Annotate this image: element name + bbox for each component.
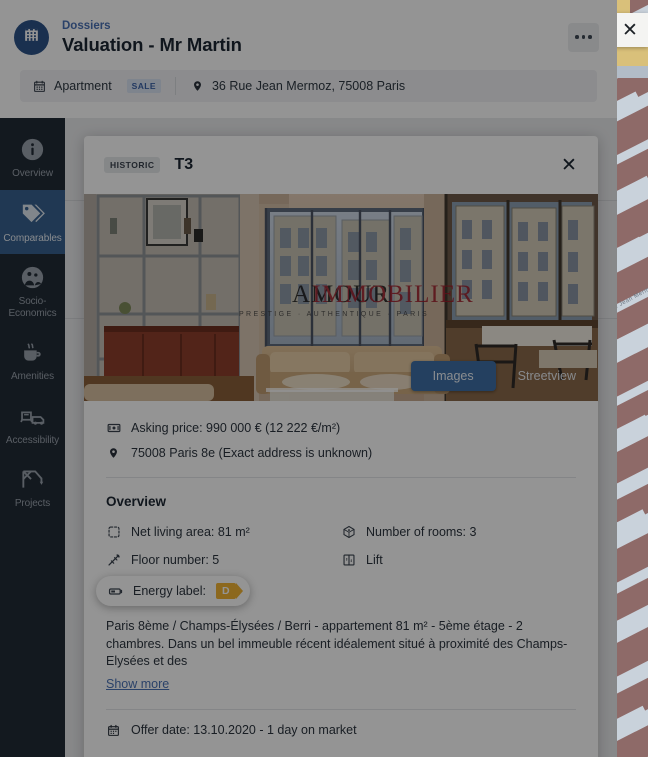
- transport-icon: [19, 404, 46, 429]
- property-address-segment: 36 Rue Jean Mermoz, 75008 Paris: [190, 79, 405, 94]
- svg-text:IMMOBILIER: IMMOBILIER: [312, 281, 473, 308]
- page-title: Valuation - Mr Martin: [62, 33, 242, 55]
- offer-date-row: Offer date: 13.10.2020 - 1 day on market: [106, 723, 576, 738]
- app-header: Dossiers Valuation - Mr Martin Apartment…: [0, 0, 617, 118]
- sidebar-item-label: Overview: [12, 168, 53, 179]
- card-title: T3: [174, 156, 194, 173]
- dot-icon: [575, 35, 579, 39]
- energy-label-text: Energy label:: [133, 584, 206, 598]
- tags-icon: [20, 201, 46, 227]
- asking-price-label: Asking price: 990 000 € (12 222 €/m²): [131, 420, 341, 435]
- sidebar-item-label: Amenities: [10, 371, 54, 382]
- overview-item-label: Floor number: 5: [131, 552, 220, 567]
- map-pin-icon: [190, 79, 205, 94]
- map-pin-icon: [106, 445, 121, 460]
- location-label: 75008 Paris 8e (Exact address is unknown…: [131, 445, 373, 460]
- floor-icon: [106, 552, 121, 567]
- subbar-divider: [174, 77, 176, 95]
- app-shell: Dossiers Valuation - Mr Martin Apartment…: [0, 0, 617, 757]
- asking-price-row: Asking price: 990 000 € (12 222 €/m²): [106, 415, 576, 440]
- calendar-building-icon: [32, 79, 47, 94]
- people-circle-icon: [20, 265, 45, 290]
- area-icon: [106, 524, 121, 539]
- sidebar-item-projects[interactable]: Projects: [0, 456, 65, 520]
- lift-icon: [341, 552, 356, 567]
- more-options-button[interactable]: [568, 22, 599, 52]
- energy-icon: [108, 584, 123, 599]
- rooms-icon: [341, 524, 356, 539]
- status-badge: SALE: [126, 79, 161, 93]
- lift-row: Lift: [341, 547, 576, 572]
- property-description: Paris 8ème / Champs-Élysées / Berri - ap…: [106, 619, 568, 668]
- property-summary-bar: Apartment SALE 36 Rue Jean Mermoz, 75008…: [20, 70, 597, 102]
- sidebar-item-label: Accessibility: [5, 434, 60, 446]
- net-living-area-row: Net living area: 81 m²: [106, 519, 341, 544]
- energy-label-row[interactable]: Energy label: D: [96, 576, 250, 606]
- show-more-link[interactable]: Show more: [106, 677, 169, 691]
- coffee-cup-icon: [20, 340, 45, 365]
- sidebar-item-overview[interactable]: Overview: [0, 126, 65, 190]
- close-icon: ✕: [561, 154, 577, 176]
- toggle-images-button[interactable]: Images: [410, 361, 496, 391]
- close-icon: ✕: [622, 19, 638, 41]
- location-row: 75008 Paris 8e (Exact address is unknown…: [106, 440, 576, 465]
- comparable-detail-card: HISTORIC T3 ✕ AMOUR IMMOBILIER PRESTIGE …: [84, 136, 598, 757]
- app-root: Rue Jean Mermoz ✕: [0, 0, 648, 757]
- card-body: Asking price: 990 000 € (12 222 €/m²) 75…: [84, 401, 598, 738]
- offer-date-label: Offer date: 13.10.2020 - 1 day on market: [131, 723, 357, 737]
- property-address-label: 36 Rue Jean Mermoz, 75008 Paris: [211, 79, 406, 93]
- sidebar-item-socio-economics[interactable]: Socio-Economics: [0, 254, 65, 329]
- sidebar-nav: Overview Comparables Socio-Economics Ame…: [0, 118, 65, 757]
- sidebar-item-label: Comparables: [3, 232, 62, 244]
- svg-text:PRESTIGE · AUTHENTIQUE · PARIS: PRESTIGE · AUTHENTIQUE · PARIS: [239, 311, 429, 318]
- energy-value-badge: D: [215, 583, 243, 599]
- breadcrumb[interactable]: Dossiers: [62, 19, 568, 33]
- sidebar-item-accessibility[interactable]: Accessibility: [0, 393, 65, 457]
- floor-number-row: Floor number: 5: [106, 547, 341, 572]
- dot-icon: [581, 35, 586, 39]
- divider: [106, 708, 576, 710]
- building-icon: [22, 25, 41, 49]
- photo-view-toggle: Images Streetview: [410, 361, 598, 391]
- dot-icon: [588, 35, 592, 39]
- property-type-label: Apartment: [54, 79, 112, 93]
- calendar-icon: [106, 723, 121, 738]
- overview-grid: Net living area: 81 m² Number of rooms: …: [106, 519, 576, 572]
- dossier-logo: [14, 19, 49, 55]
- historic-badge: HISTORIC: [104, 157, 161, 173]
- toggle-streetview-button[interactable]: Streetview: [496, 361, 598, 391]
- header-titles: Dossiers Valuation - Mr Martin: [62, 19, 568, 56]
- close-panel-button[interactable]: ✕: [612, 13, 648, 47]
- sidebar-item-label: Socio-Economics: [8, 296, 57, 319]
- sidebar-item-amenities[interactable]: Amenities: [0, 329, 65, 393]
- property-type-segment: Apartment SALE: [32, 79, 161, 94]
- overview-section-title: Overview: [106, 494, 167, 509]
- crane-icon: [20, 467, 45, 492]
- sidebar-item-comparables[interactable]: Comparables: [0, 189, 65, 254]
- info-circle-icon: [20, 137, 45, 162]
- overview-item-label: Number of rooms: 3: [366, 524, 477, 539]
- overview-item-label: Lift: [366, 552, 383, 567]
- overview-item-label: Net living area: 81 m²: [131, 524, 250, 539]
- card-header: HISTORIC T3 ✕: [84, 136, 598, 194]
- banknote-icon: [106, 420, 121, 435]
- card-close-button[interactable]: ✕: [558, 154, 580, 176]
- number-of-rooms-row: Number of rooms: 3: [341, 519, 576, 544]
- divider: [106, 477, 576, 478]
- property-photo[interactable]: AMOUR IMMOBILIER PRESTIGE · AUTHENTIQUE …: [84, 194, 598, 401]
- sidebar-item-label: Projects: [14, 498, 51, 509]
